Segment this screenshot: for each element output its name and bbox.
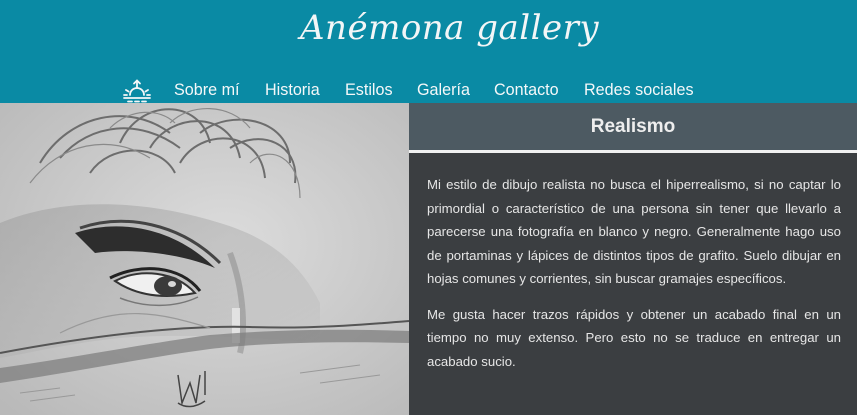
paragraph: Me gusta hacer trazos rápidos y obtener … xyxy=(427,306,841,369)
paragraph: Mi estilo de dibujo realista no busca el… xyxy=(427,177,841,286)
nav-link-sobre-mi[interactable]: Sobre mí xyxy=(174,80,240,100)
nav-link-contacto[interactable]: Contacto xyxy=(494,80,559,100)
nav-link-estilos[interactable]: Estilos xyxy=(345,80,393,100)
nav-link-historia[interactable]: Historia xyxy=(265,80,320,100)
site-header: Anémona gallery Sobre mí Historia Estilo… xyxy=(0,0,857,103)
nav-link-galeria[interactable]: Galería xyxy=(417,80,470,100)
section-title: Realismo xyxy=(590,115,676,137)
sunrise-icon[interactable] xyxy=(122,77,152,103)
section-body: Mi estilo de dibujo realista no busca el… xyxy=(409,153,857,373)
section-header: Realismo xyxy=(409,103,857,153)
main-nav: Sobre mí Historia Estilos Galería Contac… xyxy=(122,76,722,104)
nav-link-redes-sociales[interactable]: Redes sociales xyxy=(584,80,694,100)
realism-drawing-image xyxy=(0,103,409,415)
style-description-panel: Realismo Mi estilo de dibujo realista no… xyxy=(409,103,857,415)
site-title[interactable]: Anémona gallery xyxy=(300,8,599,48)
